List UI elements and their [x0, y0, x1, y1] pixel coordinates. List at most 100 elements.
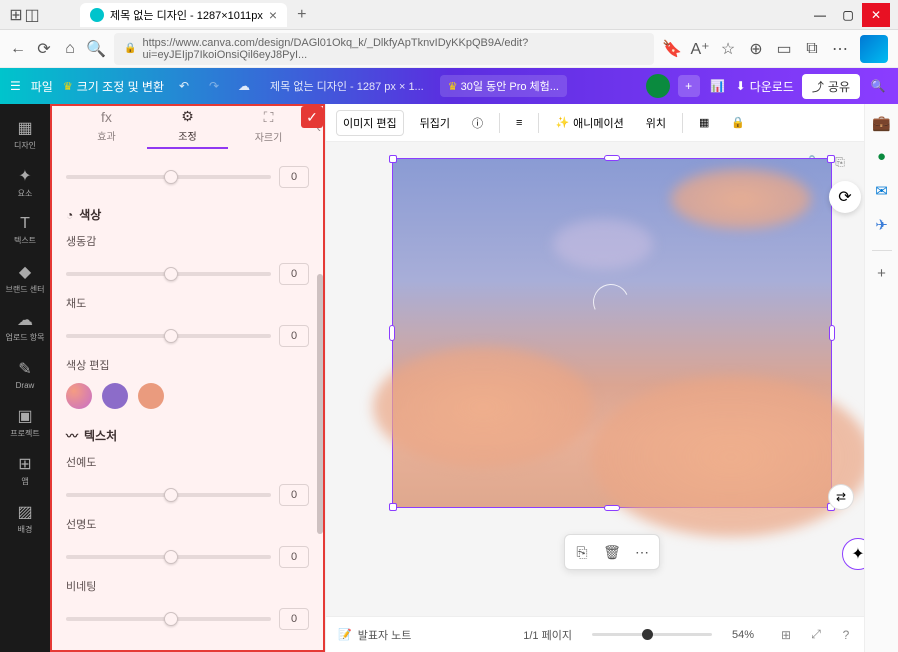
position-button[interactable]: 위치	[640, 111, 672, 135]
slider-thumb[interactable]	[164, 612, 178, 626]
cloud-sync-icon[interactable]: ☁	[234, 79, 254, 93]
swatch-gradient[interactable]	[66, 383, 92, 409]
undo-icon[interactable]: ↶	[174, 79, 194, 93]
resize-handle[interactable]	[389, 155, 397, 163]
slider-track[interactable]	[66, 175, 271, 179]
resize-handle[interactable]	[827, 155, 835, 163]
close-tab-icon[interactable]: ×	[269, 7, 277, 23]
redo-icon[interactable]: ↷	[204, 79, 224, 93]
back-icon[interactable]: ←	[10, 41, 26, 57]
design-title[interactable]: 제목 없는 디자인 - 1287 px × 1...	[270, 78, 424, 94]
collections-icon[interactable]: ▭	[776, 41, 792, 57]
refresh-icon[interactable]: ⟳	[36, 41, 52, 57]
favorite-icon[interactable]: ☆	[720, 41, 736, 57]
rail-draw[interactable]: ✎Draw	[3, 352, 47, 396]
selected-image[interactable]: ⟳	[392, 158, 832, 508]
share-button[interactable]: ⤴ 공유	[802, 74, 860, 99]
resize-handle[interactable]	[829, 325, 835, 341]
window-close[interactable]: ✕	[862, 3, 890, 27]
resize-handle[interactable]	[604, 505, 620, 511]
panel-scrollbar[interactable]	[317, 274, 323, 534]
more-icon[interactable]: ⋯	[832, 41, 848, 57]
rail-upload[interactable]: ☁업로드 항목	[3, 304, 47, 348]
rail-design[interactable]: ▦디자인	[3, 112, 47, 156]
rail-brand[interactable]: ◆브랜드 센터	[3, 256, 47, 300]
zoom-slider[interactable]	[592, 633, 712, 636]
sidebar-add-icon[interactable]: +	[872, 265, 892, 285]
new-tab-button[interactable]: +	[297, 6, 306, 24]
zoom-thumb[interactable]	[642, 629, 653, 640]
grid-view-icon[interactable]: ⊞	[776, 625, 796, 645]
duplicate-icon[interactable]: ⎘	[569, 539, 595, 565]
copilot-icon[interactable]	[860, 35, 888, 63]
magic-refresh-button[interactable]: ⟳	[829, 181, 861, 213]
vertical-tabs-icon[interactable]: ⊞	[8, 7, 24, 23]
resize-handle[interactable]	[389, 325, 395, 341]
slider-thumb[interactable]	[164, 550, 178, 564]
clarity-value[interactable]: 0	[279, 546, 309, 568]
resize-handle[interactable]	[604, 155, 620, 161]
help-icon[interactable]: ?	[836, 625, 856, 645]
window-maximize[interactable]: ▢	[834, 3, 862, 27]
vivid-value[interactable]: 0	[279, 263, 309, 285]
rail-apps[interactable]: ⊞앱	[3, 448, 47, 492]
page-indicator[interactable]: 1/1 페이지	[523, 627, 572, 643]
shopping-tag-icon[interactable]: 🔖	[664, 41, 680, 57]
align-icon[interactable]: ≡	[510, 113, 528, 133]
delete-icon[interactable]: 🗑	[599, 539, 625, 565]
animate-button[interactable]: ✨애니메이션	[549, 111, 629, 135]
download-button[interactable]: ⬇ 다운로드	[736, 78, 794, 95]
transparency-icon[interactable]: ▦	[693, 112, 715, 133]
vignette-value[interactable]: 0	[279, 608, 309, 630]
rail-elements[interactable]: ✦요소	[3, 160, 47, 204]
swatch-peach[interactable]	[138, 383, 164, 409]
browser-tab[interactable]: 제목 없는 디자인 - 1287×1011px ×	[80, 3, 287, 27]
swatch-purple[interactable]	[102, 383, 128, 409]
slider-thumb[interactable]	[164, 267, 178, 281]
rail-text[interactable]: T텍스트	[3, 208, 47, 252]
tab-effects[interactable]: fx효과	[66, 109, 147, 147]
vivid-slider[interactable]	[66, 272, 271, 276]
rail-projects[interactable]: ▣프로젝트	[3, 400, 47, 444]
slider-thumb[interactable]	[164, 170, 178, 184]
slider-thumb[interactable]	[164, 329, 178, 343]
pro-trial-button[interactable]: ♛ 30일 동안 Pro 체험...	[440, 75, 567, 97]
user-avatar[interactable]	[646, 74, 670, 98]
text-size-icon[interactable]: A⁺	[692, 41, 708, 57]
rail-background[interactable]: ▨배경	[3, 496, 47, 540]
edit-image-button[interactable]: 이미지 편집	[336, 110, 404, 136]
send-icon[interactable]: ✈	[872, 216, 892, 236]
info-icon[interactable]: ⓘ	[466, 111, 489, 135]
sharpness-value[interactable]: 0	[279, 484, 309, 506]
more-options-icon[interactable]: ⋯	[629, 539, 655, 565]
briefcase-icon[interactable]: 💼	[872, 114, 892, 134]
saturation-slider[interactable]	[66, 334, 271, 338]
tab-crop[interactable]: ⛶자르기	[228, 109, 309, 148]
flip-button[interactable]: 뒤집기	[414, 111, 456, 135]
presenter-notes-button[interactable]: 📝발표자 노트	[338, 627, 411, 643]
outlook-icon[interactable]: ✉	[872, 182, 892, 202]
clarity-slider[interactable]	[66, 555, 271, 559]
vignette-slider[interactable]	[66, 617, 271, 621]
resize-handle[interactable]	[389, 503, 397, 511]
tab-actions-icon[interactable]: ◫	[24, 7, 40, 23]
add-member-button[interactable]: +	[678, 75, 700, 97]
header-search-icon[interactable]: 🔍	[868, 79, 888, 93]
canvas-stage[interactable]: 🔓 ⎘ ⊕ ⟳ ⎘ 🗑	[326, 142, 898, 616]
menu-icon[interactable]: ☰	[10, 79, 21, 93]
address-bar[interactable]: 🔒 https://www.canva.com/design/DAGl01Okq…	[114, 33, 654, 65]
sharpness-slider[interactable]	[66, 493, 271, 497]
resize-menu[interactable]: ♛ 크기 조정 및 변환	[63, 78, 164, 95]
analytics-icon[interactable]: 📊	[708, 79, 728, 93]
file-menu[interactable]: 파일	[31, 78, 53, 95]
tab-adjust[interactable]: ⚙조정	[147, 108, 228, 149]
zoom-value[interactable]: 54%	[732, 629, 754, 641]
xbox-icon[interactable]: ●	[872, 148, 892, 168]
fullscreen-icon[interactable]: ⤢	[806, 625, 826, 645]
browser-tools-icon[interactable]: ⧉	[804, 41, 820, 57]
saturation-value[interactable]: 0	[279, 325, 309, 347]
window-minimize[interactable]: —	[806, 3, 834, 27]
slider-value[interactable]: 0	[279, 166, 309, 188]
slider-thumb[interactable]	[164, 488, 178, 502]
exchange-icon[interactable]: ⇄	[828, 484, 854, 510]
